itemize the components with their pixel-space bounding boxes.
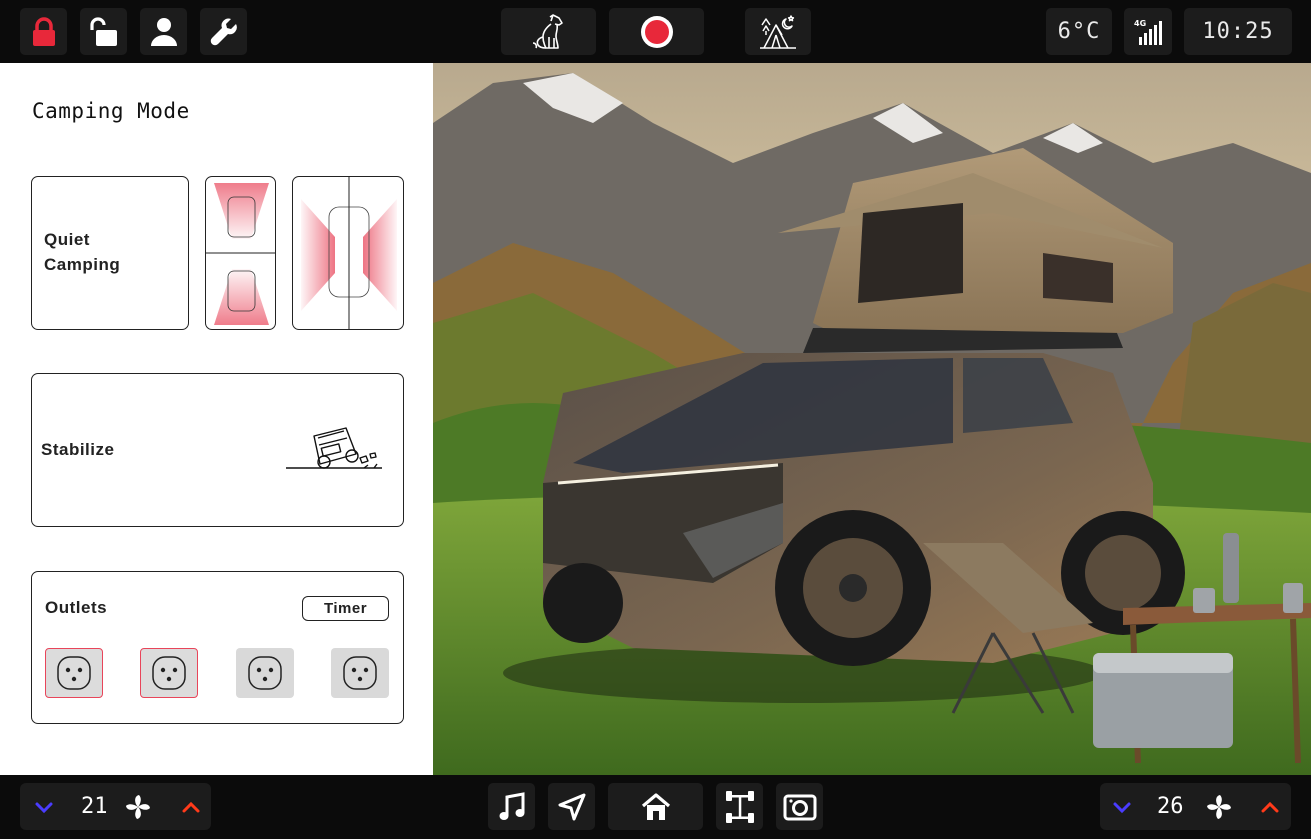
front-rear-sensor-icon (206, 183, 275, 325)
driver-temperature: 21 (81, 794, 108, 819)
signal-icon: 4G (1134, 19, 1162, 45)
home-button[interactable] (608, 783, 703, 830)
scene-illustration (433, 63, 1311, 775)
page-title: Camping Mode (32, 99, 190, 123)
outlet-4-button[interactable] (331, 648, 389, 698)
camping-mode-icon (760, 14, 796, 49)
record-button[interactable] (609, 8, 704, 55)
driver-profile-button[interactable] (140, 8, 187, 55)
fan-icon (1207, 794, 1231, 819)
music-icon (499, 791, 524, 820)
chevron-up-icon (1261, 801, 1279, 812)
passenger-temp-up-button[interactable] (1250, 783, 1290, 830)
camping-mode-button[interactable] (745, 8, 811, 55)
quiet-camping-button[interactable]: Quiet Camping (31, 176, 189, 330)
network-type: 4G (1134, 19, 1146, 28)
driver-temp-up-button[interactable] (171, 783, 211, 830)
vehicle-camping-scene-image (433, 63, 1311, 775)
chevron-down-icon (35, 802, 53, 813)
top-bar: 6°C 4G 10:25 (0, 0, 1311, 63)
quiet-camping-label: Quiet Camping (44, 227, 120, 277)
cellular-status: 4G (1124, 8, 1172, 55)
navigation-button[interactable] (548, 783, 595, 830)
unlock-icon (89, 16, 117, 46)
power-outlet-icon (152, 656, 186, 690)
passenger-temp-down-button[interactable] (1102, 783, 1142, 830)
outlet-1-button[interactable] (45, 648, 103, 698)
outside-temperature-value: 6°C (1057, 19, 1101, 44)
stabilize-label: Stabilize (41, 440, 115, 459)
power-outlet-icon (343, 656, 377, 690)
quiet-camping-label-line1: Quiet (44, 230, 90, 249)
user-icon (150, 17, 177, 46)
fan-icon (126, 794, 150, 819)
stabilize-button[interactable]: Stabilize (31, 373, 404, 527)
lock-icon (32, 16, 55, 46)
chevron-up-icon (182, 801, 200, 812)
power-outlet-icon (57, 656, 91, 690)
outlets-label: Outlets (45, 598, 108, 617)
power-outlet-icon (248, 656, 282, 690)
driver-fan-button[interactable] (118, 783, 158, 830)
pet-mode-icon (532, 13, 563, 49)
camping-mode-panel: Camping Mode Quiet Camping Stabilize Out… (0, 63, 433, 775)
outlet-2-button[interactable] (140, 648, 198, 698)
media-button[interactable] (488, 783, 535, 830)
outlet-3-button[interactable] (236, 648, 294, 698)
driver-climate-control: 21 (20, 783, 211, 830)
passenger-climate-control: 26 (1100, 783, 1291, 830)
clock: 10:25 (1184, 8, 1292, 55)
unlock-button[interactable] (80, 8, 127, 55)
home-icon (641, 792, 670, 820)
quiet-camping-label-line2: Camping (44, 255, 121, 274)
drivetrain-icon (725, 790, 754, 823)
pet-mode-button[interactable] (501, 8, 596, 55)
passenger-temperature: 26 (1157, 794, 1184, 819)
outlets-card: Outlets Timer (31, 571, 404, 724)
front-rear-sensor-zones-button[interactable] (205, 176, 276, 330)
passenger-fan-button[interactable] (1199, 783, 1239, 830)
service-button[interactable] (200, 8, 247, 55)
drivetrain-button[interactable] (716, 783, 763, 830)
side-sensor-icon (301, 177, 397, 329)
timer-button[interactable]: Timer (302, 596, 389, 621)
lock-button[interactable] (20, 8, 67, 55)
navigation-icon (558, 793, 585, 820)
bottom-bar: 21 26 (0, 775, 1311, 839)
camera-button[interactable] (776, 783, 823, 830)
side-sensor-zones-button[interactable] (292, 176, 404, 330)
camera-icon (783, 794, 816, 820)
record-icon (640, 15, 673, 48)
driver-temp-down-button[interactable] (24, 783, 64, 830)
offroad-vehicle-icon (286, 427, 382, 469)
chevron-down-icon (1113, 802, 1131, 813)
wrench-icon (210, 18, 237, 45)
clock-time: 10:25 (1202, 19, 1274, 44)
outside-temperature: 6°C (1046, 8, 1112, 55)
